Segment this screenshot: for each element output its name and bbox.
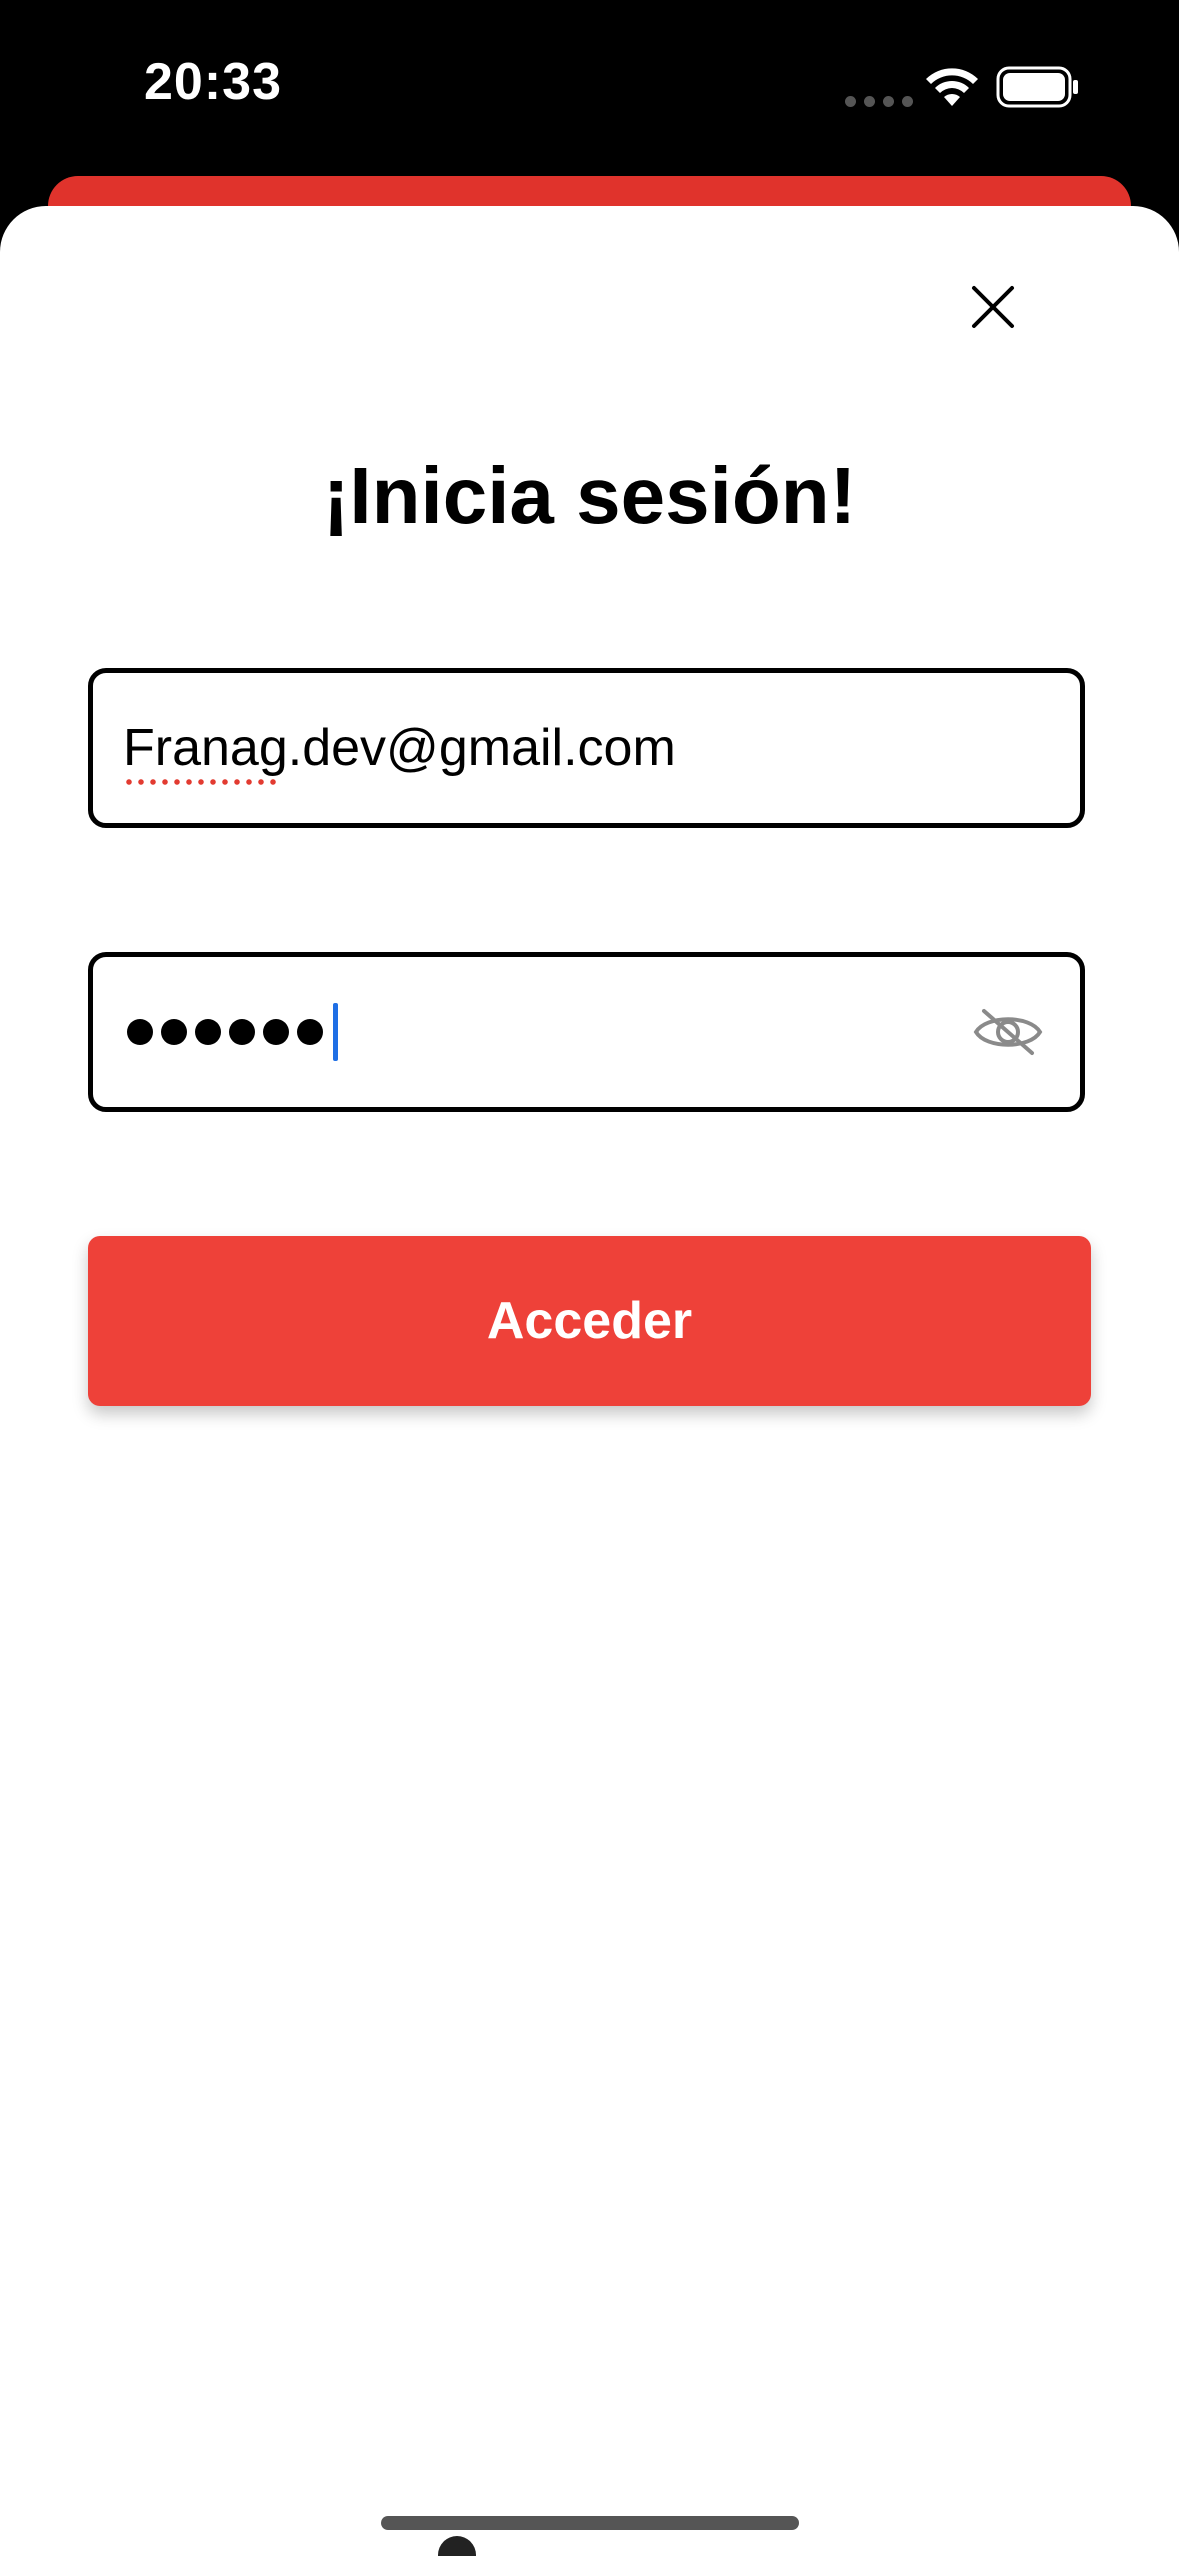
close-icon bbox=[972, 286, 1014, 328]
email-field[interactable]: Franag.dev@gmail.com bbox=[88, 668, 1085, 828]
close-button[interactable] bbox=[958, 272, 1028, 342]
login-sheet: ¡Inicia sesión! Franag.dev@gmail.com Acc… bbox=[0, 206, 1179, 2556]
home-indicator[interactable] bbox=[381, 2516, 799, 2530]
spellcheck-underline bbox=[123, 779, 279, 785]
password-dot bbox=[263, 1019, 289, 1045]
wifi-icon bbox=[926, 68, 978, 106]
page-title: ¡Inicia sesión! bbox=[322, 451, 857, 540]
status-time: 20:33 bbox=[144, 53, 282, 111]
password-dot bbox=[195, 1019, 221, 1045]
screen: 20:33 ¡Inicia sesión! Franag.dev@gmail.c… bbox=[0, 0, 1179, 2556]
battery-icon bbox=[996, 66, 1078, 108]
cellular-signal-icon bbox=[845, 96, 913, 107]
password-field[interactable] bbox=[88, 952, 1085, 1112]
password-dot bbox=[297, 1019, 323, 1045]
password-mask bbox=[127, 1003, 338, 1061]
email-value: Franag.dev@gmail.com bbox=[123, 719, 676, 777]
submit-button[interactable]: Acceder bbox=[88, 1236, 1091, 1406]
status-bar: 20:33 bbox=[0, 0, 1179, 180]
eye-slash-icon[interactable] bbox=[972, 1005, 1044, 1059]
password-dot bbox=[229, 1019, 255, 1045]
password-dot bbox=[161, 1019, 187, 1045]
text-caret bbox=[333, 1003, 338, 1061]
password-dot bbox=[127, 1019, 153, 1045]
